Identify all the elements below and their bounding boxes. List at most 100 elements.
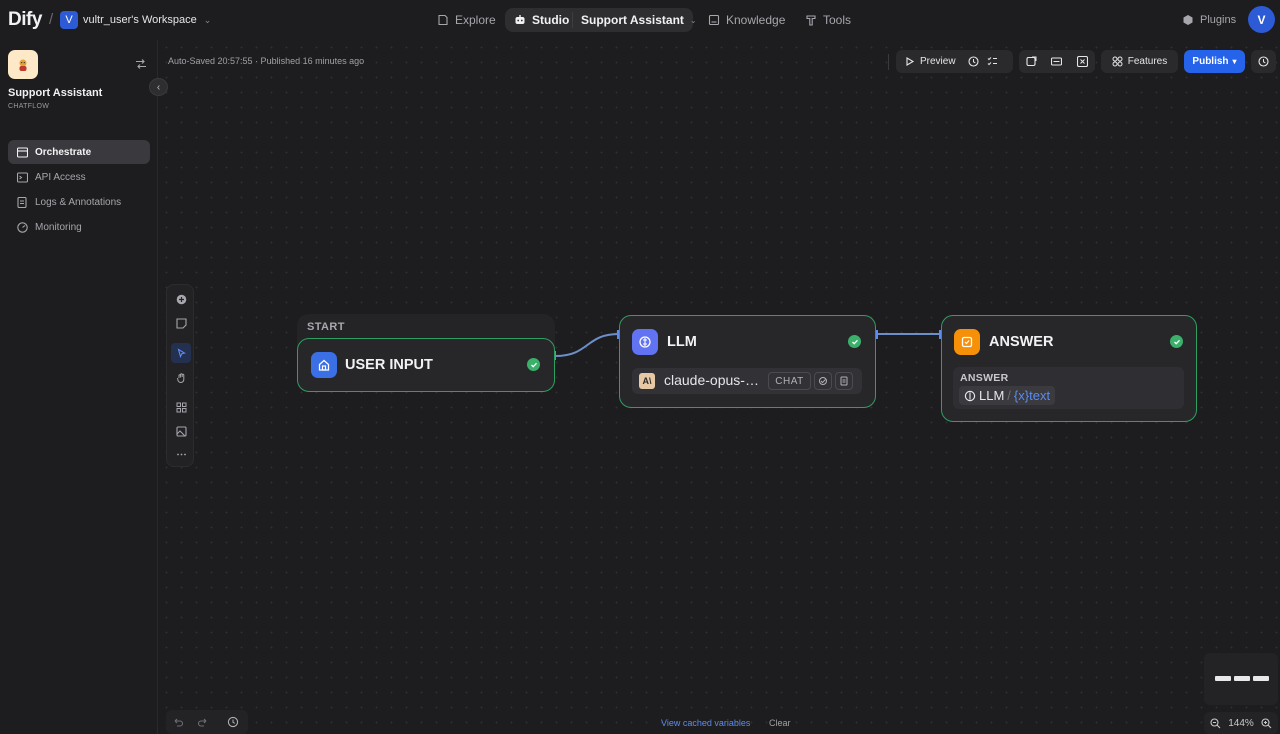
conversation-variables-button[interactable] <box>1074 50 1091 73</box>
env-button[interactable] <box>983 50 1002 73</box>
export-icon <box>1026 56 1037 67</box>
features-group: Features <box>1101 50 1178 73</box>
publish-button[interactable]: Publish ▾ <box>1184 50 1245 73</box>
env-variables-button[interactable] <box>1048 50 1065 73</box>
history-clock-icon <box>968 56 979 67</box>
nav-knowledge-label: Knowledge <box>726 13 786 27</box>
chevron-down-icon: ⌄ <box>203 14 212 25</box>
nav-tools[interactable]: Tools <box>805 8 851 32</box>
add-note-button[interactable] <box>171 313 191 333</box>
version-history-button[interactable] <box>1251 50 1276 73</box>
start-node[interactable]: USER INPUT <box>297 338 555 392</box>
grid-icon <box>1112 56 1123 67</box>
zoom-in-icon[interactable] <box>1261 717 1272 729</box>
more-button[interactable] <box>171 444 191 464</box>
zoom-level[interactable]: 144% <box>1228 718 1254 729</box>
features-button[interactable]: Features <box>1104 50 1175 73</box>
sidebar-item-orchestrate[interactable]: Orchestrate <box>8 140 150 164</box>
chevron-left-icon: ‹ <box>156 81 161 93</box>
variable-name: {x}text <box>1013 388 1051 403</box>
sidebar-item-label: Monitoring <box>35 221 82 233</box>
clear-button[interactable]: Clear <box>769 718 791 728</box>
nav-explore[interactable]: Explore <box>437 8 496 32</box>
model-selector[interactable]: A\ claude-opus-… CHAT <box>632 368 862 394</box>
variable-inspect-button[interactable] <box>1023 50 1040 73</box>
undo-icon[interactable] <box>172 716 184 728</box>
autosave-status: Auto-Saved 20:57:55 · Published 16 minut… <box>168 56 365 66</box>
minimap-node <box>1215 676 1231 681</box>
answer-icon <box>954 329 980 355</box>
plugins-button[interactable]: Plugins <box>1182 8 1236 32</box>
llm-node[interactable]: LLM <box>619 315 876 408</box>
preview-group: Preview <box>896 50 1013 73</box>
checklist-button[interactable] <box>964 50 983 73</box>
sidebar-item-label: API Access <box>35 171 86 183</box>
image-icon <box>175 425 187 437</box>
zoom-control: 144% <box>1204 712 1278 734</box>
app-icon[interactable] <box>8 50 38 79</box>
check-icon <box>1170 335 1183 348</box>
start-node-tab-label: START <box>307 321 345 333</box>
sidebar-item-label: Logs & Annotations <box>35 196 122 208</box>
compass-icon <box>438 14 448 26</box>
nav-knowledge[interactable]: Knowledge <box>708 8 785 32</box>
divider <box>572 12 573 28</box>
workspace-badge: V <box>60 11 78 29</box>
env-icon <box>1051 57 1063 66</box>
pointer-mode-button[interactable] <box>171 343 191 363</box>
sidebar-item-api-access[interactable]: API Access <box>8 165 150 189</box>
check-icon <box>848 335 861 348</box>
chevron-down-icon: ▾ <box>1232 57 1237 66</box>
dashboard-icon <box>17 221 28 233</box>
collapse-sidebar-button[interactable]: ‹ <box>149 78 168 96</box>
nav-studio-label: Studio <box>532 13 570 27</box>
history-icon[interactable] <box>227 716 239 728</box>
llm-node-title: LLM <box>667 334 697 350</box>
add-node-button[interactable] <box>171 289 191 309</box>
document-icon <box>835 372 853 390</box>
hand-icon <box>176 372 184 383</box>
play-icon <box>906 57 915 66</box>
book-icon <box>708 14 720 26</box>
redo-icon[interactable] <box>197 716 209 728</box>
variables-group <box>1019 50 1095 73</box>
history-controls <box>166 710 248 734</box>
app-switcher[interactable]: Support Assistant ⌄ <box>581 8 697 32</box>
workspace-name: vultr_user's Workspace <box>83 14 197 26</box>
nav-tools-label: Tools <box>823 13 852 27</box>
sidebar-item-monitoring[interactable]: Monitoring <box>8 215 150 239</box>
answer-field[interactable]: ANSWER LLM / {x}text <box>953 367 1184 409</box>
sidebar-item-logs[interactable]: Logs & Annotations <box>8 190 150 214</box>
preview-label: Preview <box>920 56 956 67</box>
checklist-icon <box>987 57 997 66</box>
avatar[interactable]: V <box>1248 6 1275 33</box>
top-bar: Dify / V vultr_user's Workspace ⌄ Explor… <box>0 0 1280 40</box>
answer-node-title: ANSWER <box>989 334 1054 350</box>
sidebar: Support Assistant CHATFLOW Orchestrate A… <box>0 40 158 734</box>
zoom-out-icon[interactable] <box>1210 717 1221 729</box>
breadcrumb-separator: / <box>49 11 54 28</box>
llm-brain-icon <box>964 390 976 401</box>
minimap-node <box>1234 676 1250 681</box>
swap-icon[interactable] <box>135 58 147 70</box>
minimap[interactable] <box>1204 653 1278 705</box>
organize-button[interactable] <box>171 397 191 417</box>
history-icon <box>1258 56 1269 67</box>
nav-studio[interactable]: Studio <box>514 8 569 32</box>
cube-icon <box>1183 15 1193 25</box>
anthropic-icon: A\ <box>639 373 655 389</box>
terminal-icon <box>17 171 28 183</box>
plus-circle-icon <box>176 294 186 304</box>
sidebar-item-label: Orchestrate <box>35 146 92 158</box>
variable-reference[interactable]: LLM / {x}text <box>959 386 1056 405</box>
vision-icon <box>814 372 832 390</box>
file-list-icon <box>17 196 27 208</box>
hand-mode-button[interactable] <box>171 367 191 387</box>
view-cached-variables-link[interactable]: View cached variables <box>661 718 750 728</box>
dify-logo[interactable]: Dify <box>8 9 42 31</box>
answer-field-label: ANSWER <box>960 372 1009 384</box>
layout-grid-icon <box>176 402 186 412</box>
preview-button[interactable]: Preview <box>896 50 964 73</box>
workspace-switcher[interactable]: V vultr_user's Workspace ⌄ <box>60 10 211 30</box>
export-image-button[interactable] <box>171 421 191 441</box>
